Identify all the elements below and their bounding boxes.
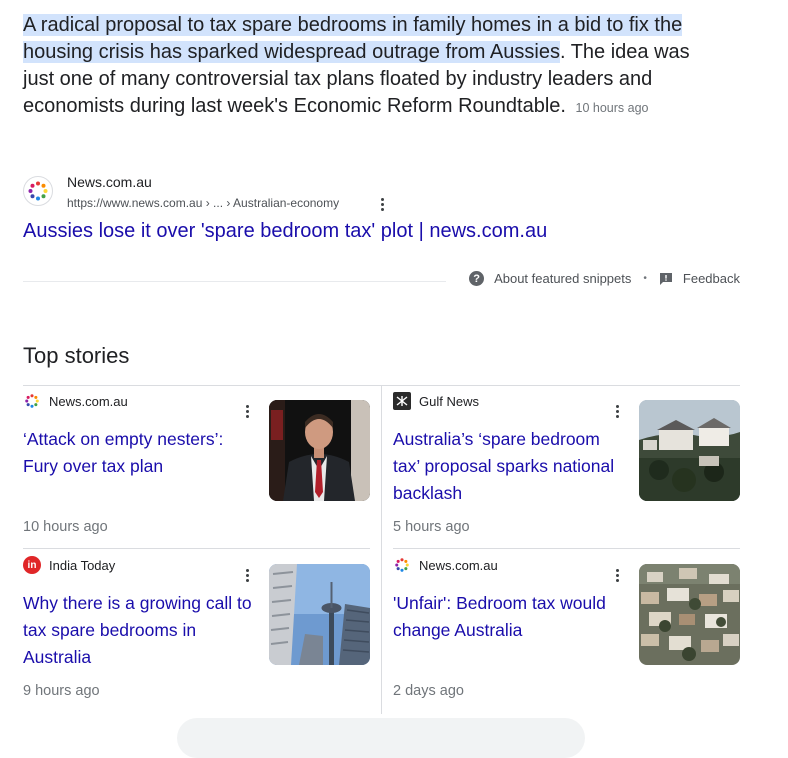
source-name: News.com.au xyxy=(67,174,152,190)
story-more-options-icon[interactable] xyxy=(238,402,256,420)
story-headline[interactable]: Australia’s ‘spare bedroom tax’ proposal… xyxy=(393,426,628,507)
story-age: 9 hours ago xyxy=(23,683,100,699)
harbour-houses-thumbnail[interactable] xyxy=(639,400,740,501)
publisher-name: India Today xyxy=(49,557,116,573)
source-url: https://www.news.com.au › ... › Australi… xyxy=(67,196,340,210)
story-card[interactable]: Gulf News Australia’s ‘spare bedroom tax… xyxy=(393,386,740,536)
story-publisher: Gulf News xyxy=(393,392,479,410)
story-card[interactable]: in India Today Why there is a growing ca… xyxy=(23,550,370,700)
story-publisher: in India Today xyxy=(23,556,115,574)
story-headline[interactable]: 'Unfair': Bedroom tax would change Austr… xyxy=(393,590,628,644)
feedback-icon xyxy=(659,272,673,286)
india-today-favicon-icon: in xyxy=(23,556,41,574)
story-headline[interactable]: ‘Attack on empty nesters’: Fury over tax… xyxy=(23,426,258,480)
more-news-button[interactable] xyxy=(177,718,585,758)
newscomau-favicon-icon xyxy=(23,392,41,410)
story-headline[interactable]: Why there is a growing call to tax spare… xyxy=(23,590,258,671)
featured-snippet-bar: ? About featured snippets • Feedback xyxy=(469,271,740,286)
divider xyxy=(23,548,370,549)
story-publisher: News.com.au xyxy=(393,556,498,574)
story-age: 10 hours ago xyxy=(23,519,108,535)
story-card[interactable]: News.com.au 'Unfair': Bedroom tax would … xyxy=(393,550,740,700)
hillside-houses-thumbnail[interactable] xyxy=(639,564,740,665)
publisher-name: News.com.au xyxy=(419,557,498,573)
feedback-link[interactable]: Feedback xyxy=(683,271,740,286)
divider xyxy=(381,386,382,714)
result-title-link[interactable]: Aussies lose it over 'spare bedroom tax'… xyxy=(23,220,547,243)
story-age: 2 days ago xyxy=(393,683,464,699)
snippet-time: 10 hours ago xyxy=(575,101,649,115)
publisher-name: News.com.au xyxy=(49,393,128,409)
result-more-options-icon[interactable] xyxy=(373,195,391,213)
story-publisher: News.com.au xyxy=(23,392,128,410)
newscomau-favicon-icon xyxy=(393,556,411,574)
divider xyxy=(23,281,446,282)
featured-snippet-text: A radical proposal to tax spare bedrooms… xyxy=(23,12,723,122)
help-icon: ? xyxy=(469,271,485,286)
separator: • xyxy=(643,273,647,284)
man-in-suit-thumbnail[interactable] xyxy=(269,400,370,501)
story-card[interactable]: News.com.au ‘Attack on empty nesters’: F… xyxy=(23,386,370,536)
publisher-name: Gulf News xyxy=(419,393,479,409)
story-age: 5 hours ago xyxy=(393,519,470,535)
gulf-news-favicon-icon xyxy=(393,392,411,410)
story-more-options-icon[interactable] xyxy=(608,566,626,584)
story-more-options-icon[interactable] xyxy=(608,402,626,420)
divider xyxy=(393,548,740,549)
top-stories-heading: Top stories xyxy=(23,343,130,368)
story-more-options-icon[interactable] xyxy=(238,566,256,584)
city-tower-thumbnail[interactable] xyxy=(269,564,370,665)
about-featured-snippets-link[interactable]: About featured snippets xyxy=(494,271,631,286)
newscomau-favicon-icon xyxy=(23,176,53,206)
